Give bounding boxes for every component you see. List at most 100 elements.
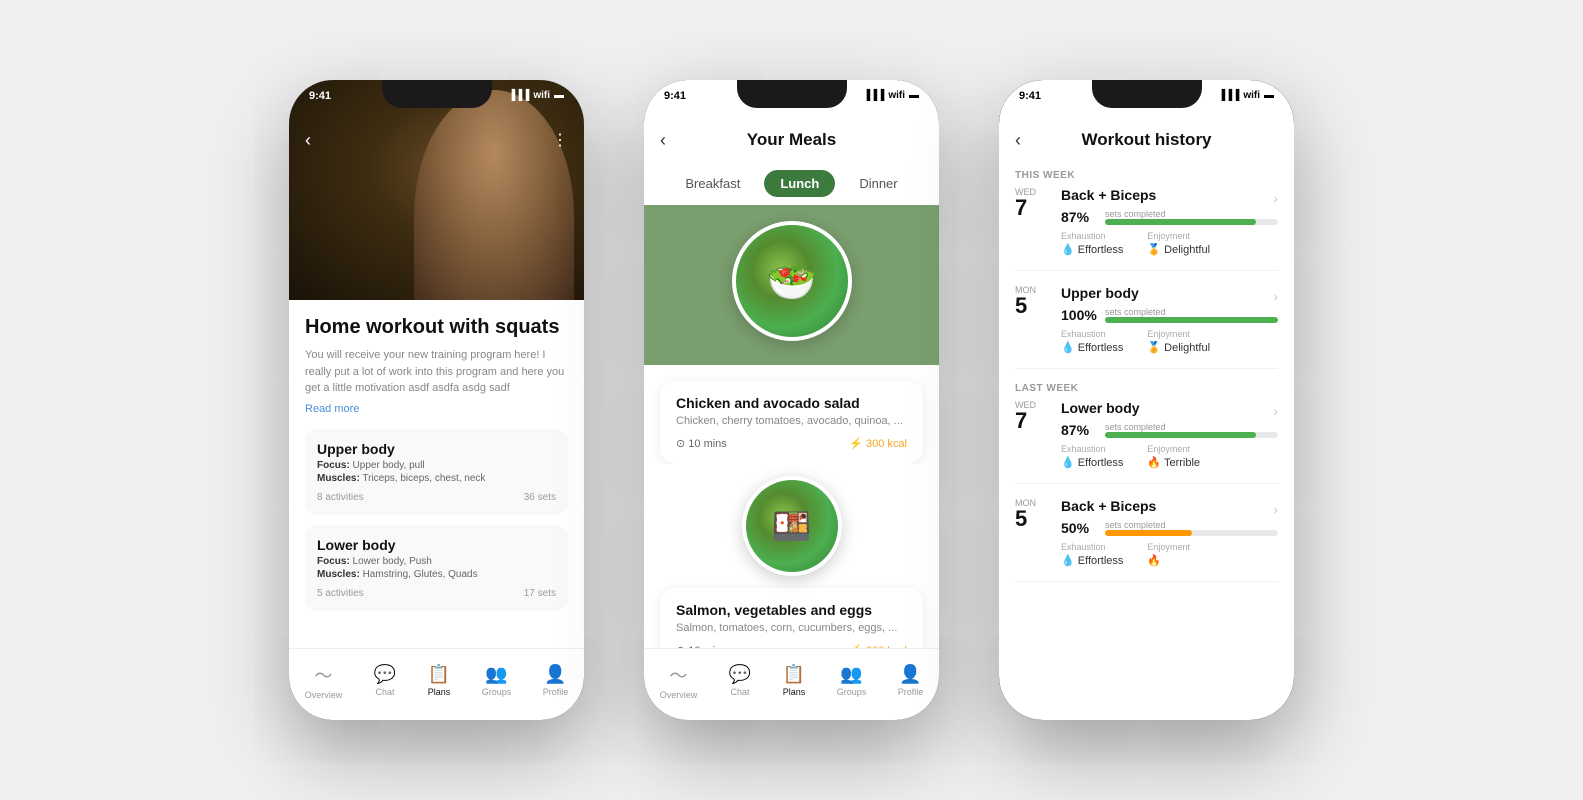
meal-time-1: ⊙ 10 mins: [676, 437, 727, 450]
sets-label-4: sets completed: [1105, 520, 1278, 530]
section-this-week: THIS WEEK: [1015, 170, 1278, 181]
workout-title: Home workout with squats: [305, 316, 568, 339]
progress-row-3: 87% sets completed: [1061, 422, 1278, 438]
nav-plans-1[interactable]: 📋 Plans: [428, 664, 451, 697]
workout-row-wed7[interactable]: WED 7 Back + Biceps › 87% sets completed: [1015, 187, 1278, 271]
notch-2: [737, 80, 847, 108]
nav-chat-1[interactable]: 💬 Chat: [374, 664, 396, 697]
meta-row-2: Exhaustion 💧 Effortless Enjoyment 🏅 Deli…: [1061, 329, 1278, 354]
date-wed7b: WED 7: [1015, 400, 1051, 469]
battery-icon-3: ▬: [1264, 90, 1274, 101]
tab-breakfast[interactable]: Breakfast: [669, 170, 756, 197]
back-button-1[interactable]: ‹: [305, 130, 311, 151]
nav-groups-2[interactable]: 👥 Groups: [837, 664, 867, 697]
meta-row-3: Exhaustion 💧 Effortless Enjoyment 🔥 Terr…: [1061, 444, 1278, 469]
progress-bar-3: [1105, 432, 1256, 438]
nav-profile-2[interactable]: 👤 Profile: [898, 664, 924, 697]
time-3: 9:41: [1019, 90, 1041, 102]
sets-label-2: sets completed: [1105, 307, 1278, 317]
nav-groups-1[interactable]: 👥 Groups: [482, 664, 512, 697]
progress-row-4: 50% sets completed: [1061, 520, 1278, 536]
wifi-icon-2: wifi: [888, 90, 905, 101]
bar-container-3: [1105, 432, 1278, 438]
bar-container-1: [1105, 219, 1278, 225]
overview-icon: 〜: [315, 662, 333, 688]
nav-plans-2[interactable]: 📋 Plans: [783, 664, 806, 697]
sets-label-1: sets completed: [1105, 209, 1278, 219]
workout-row-mon5b[interactable]: MON 5 Back + Biceps › 50% sets completed: [1015, 498, 1278, 582]
exhaustion-1: Exhaustion 💧 Effortless: [1061, 231, 1123, 256]
lower-body-name: Lower body: [317, 537, 556, 553]
salad-art: 🥗: [736, 225, 848, 337]
bottom-nav-1: 〜 Overview 💬 Chat 📋 Plans 👥 Groups 👤 Pro…: [289, 648, 584, 720]
section-last-week: LAST WEEK: [1015, 383, 1278, 394]
detail-mon5b: Back + Biceps › 50% sets completed: [1061, 498, 1278, 567]
workout-row-wed7b[interactable]: WED 7 Lower body › 87% sets completed: [1015, 400, 1278, 484]
phone-3: 9:41 ▐▐▐ wifi ▬ ‹ Workout history THIS W…: [999, 80, 1294, 720]
chat-label: Chat: [375, 687, 394, 697]
upper-body-muscles: Muscles: Triceps, biceps, chest, neck: [317, 473, 556, 484]
meal-tabs: Breakfast Lunch Dinner: [644, 170, 939, 197]
back-button-2[interactable]: ‹: [660, 130, 666, 151]
workout-lower-body: Lower body: [1061, 400, 1140, 416]
enjoyment-3: Enjoyment 🔥 Terrible: [1147, 444, 1200, 469]
num-5a: 5: [1015, 295, 1027, 317]
lower-body-sets: 17 sets: [524, 588, 556, 599]
pct-87b: 87%: [1061, 422, 1097, 438]
history-title: Workout history: [1081, 130, 1211, 150]
meal-footer-1: ⊙ 10 mins ⚡ 300 kcal: [676, 437, 907, 450]
date-mon5a: MON 5: [1015, 285, 1051, 354]
num-5b: 5: [1015, 508, 1027, 530]
upper-body-focus: Focus: Upper body, pull: [317, 460, 556, 471]
plans-label: Plans: [428, 687, 451, 697]
meta-row-1: Exhaustion 💧 Effortless Enjoyment 🏅 Deli…: [1061, 231, 1278, 256]
sets-label-3: sets completed: [1105, 422, 1278, 432]
phone-1-screen: 9:41 ▐▐▐ wifi ▬ ‹ ⋮ Home workout with sq…: [289, 80, 584, 720]
upper-body-sets: 36 sets: [524, 492, 556, 503]
back-button-3[interactable]: ‹: [1015, 130, 1021, 151]
upper-body-name: Upper body: [317, 441, 556, 457]
detail-wed7: Back + Biceps › 87% sets completed: [1061, 187, 1278, 256]
lower-body-card[interactable]: Lower body Focus: Lower body, Push Muscl…: [305, 525, 568, 611]
exhaustion-3: Exhaustion 💧 Effortless: [1061, 444, 1123, 469]
progress-row-2: 100% sets completed: [1061, 307, 1278, 323]
groups-label: Groups: [482, 687, 512, 697]
workout-back-biceps-2: Back + Biceps: [1061, 498, 1156, 514]
read-more-link[interactable]: Read more: [305, 403, 568, 415]
workout-row-mon5a[interactable]: MON 5 Upper body › 100% sets completed: [1015, 285, 1278, 369]
upper-body-card[interactable]: Upper body Focus: Upper body, pull Muscl…: [305, 429, 568, 515]
plans-icon: 📋: [428, 664, 450, 685]
chat-icon: 💬: [374, 664, 396, 685]
meal-card-1[interactable]: Chicken and avocado salad Chicken, cherr…: [660, 381, 923, 464]
overview-label: Overview: [305, 690, 343, 700]
nav-chat-2[interactable]: 💬 Chat: [729, 664, 751, 697]
progress-bar-2: [1105, 317, 1278, 323]
time-1: 9:41: [309, 90, 331, 102]
enjoyment-2: Enjoyment 🏅 Delightful: [1147, 329, 1210, 354]
progress-bar-4: [1105, 530, 1192, 536]
meal-image-2: 🍱: [742, 476, 842, 576]
signal-icon-2: ▐▐▐: [863, 90, 884, 101]
chevron-icon-3: ›: [1273, 403, 1278, 419]
nav-overview-1[interactable]: 〜 Overview: [305, 662, 343, 700]
nav-overview-2[interactable]: 〜 Overview: [660, 662, 698, 700]
lower-body-muscles: Muscles: Hamstring, Glutes, Quads: [317, 569, 556, 580]
tab-lunch[interactable]: Lunch: [764, 170, 835, 197]
share-button[interactable]: ⋮: [552, 130, 568, 150]
bar-container-4: [1105, 530, 1278, 536]
history-content: THIS WEEK WED 7 Back + Biceps › 87% sets…: [999, 162, 1294, 712]
salmon-art: 🍱: [746, 480, 838, 572]
nav-profile-1[interactable]: 👤 Profile: [543, 664, 569, 697]
progress-row-1: 87% sets completed: [1061, 209, 1278, 225]
upper-body-stats: 8 activities 36 sets: [317, 492, 556, 503]
meta-row-4: Exhaustion 💧 Effortless Enjoyment 🔥: [1061, 542, 1278, 567]
progress-bar-1: [1105, 219, 1256, 225]
meal-name-1: Chicken and avocado salad: [676, 395, 907, 411]
enjoyment-1: Enjoyment 🏅 Delightful: [1147, 231, 1210, 256]
status-icons-3: ▐▐▐ wifi ▬: [1218, 90, 1274, 101]
tab-dinner[interactable]: Dinner: [843, 170, 913, 197]
lower-body-stats: 5 activities 17 sets: [317, 588, 556, 599]
exhaustion-4: Exhaustion 💧 Effortless: [1061, 542, 1123, 567]
date-wed7: WED 7: [1015, 187, 1051, 256]
meals-title: Your Meals: [660, 130, 923, 150]
